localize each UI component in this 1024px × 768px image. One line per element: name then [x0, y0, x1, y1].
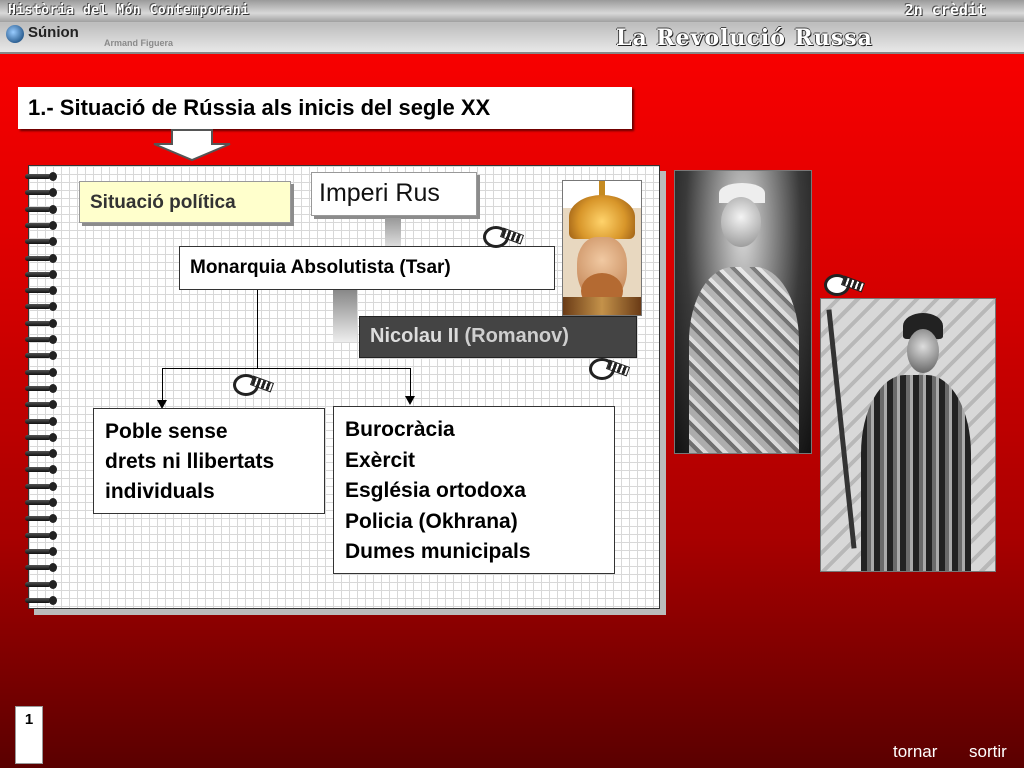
- notebook-ring: [25, 432, 59, 442]
- tree-line-vertical: [257, 290, 258, 368]
- notebook-ring: [25, 367, 59, 377]
- institution-item: Dumes municipals: [345, 540, 531, 564]
- nicolau-text: Nicolau II (Romanov): [370, 325, 569, 348]
- nicolau-box: Nicolau II (Romanov): [359, 316, 637, 358]
- poble-text: Poble sense drets ni llibertats individu…: [105, 420, 275, 503]
- institution-item: Burocràcia: [345, 418, 455, 441]
- monarquia-text: Monarquia Absolutista (Tsar): [190, 257, 451, 278]
- notebook-ring: [25, 514, 59, 524]
- connector-imperi: [385, 218, 401, 246]
- empress-portrait: [674, 170, 812, 454]
- film-reel-icon[interactable]: [589, 356, 631, 380]
- imperi-rus-text: Imperi Rus: [319, 179, 440, 207]
- institution-item: Església ortodoxa: [345, 479, 526, 503]
- notebook-ring: [25, 335, 59, 344]
- notebook-ring: [25, 237, 59, 247]
- notebook-ring: [25, 351, 59, 361]
- tsar-dynasty: (Romanov): [464, 325, 569, 347]
- header-bar: Història del Món Contemporani 2n crèdit …: [0, 0, 1024, 54]
- notebook-ring: [25, 449, 59, 459]
- notebook-ring: [25, 302, 59, 312]
- notebook-ring: [25, 220, 59, 230]
- page-number-text: 1: [24, 711, 34, 728]
- notebook-ring: [25, 400, 59, 410]
- notebook-ring: [25, 269, 59, 279]
- connector-nicolau: [333, 290, 357, 342]
- tsar-portrait: [562, 180, 642, 316]
- notebook-ring: [25, 595, 59, 605]
- notebook-ring: [25, 579, 59, 589]
- notebook-ring: [25, 546, 59, 556]
- notebook-ring: [25, 465, 59, 475]
- notebook-ring: [25, 416, 59, 426]
- institutions-box: Burocràcia Exèrcit Església ortodoxa Polici…: [333, 406, 615, 574]
- situacio-politica-label: Situació política: [79, 181, 291, 223]
- tree-line-left: [162, 368, 163, 402]
- notebook-ring: [25, 204, 59, 214]
- institutions-list: Burocràcia Exèrcit Església ortodoxa Polici…: [334, 407, 614, 576]
- notebook-ring: [25, 286, 59, 296]
- credit-label: 2n crèdit: [904, 1, 986, 19]
- situacio-politica-text: Situació política: [90, 192, 236, 213]
- slide-title-box: 1.- Situació de Rússia als inicis del se…: [18, 87, 632, 129]
- monarquia-box: Monarquia Absolutista (Tsar): [179, 246, 555, 290]
- globe-icon: [6, 25, 24, 43]
- tree-line-right: [410, 368, 411, 398]
- notebook-ring: [25, 383, 59, 393]
- tsar-name: Nicolau II: [370, 325, 459, 347]
- film-reel-icon[interactable]: [233, 372, 275, 396]
- slide-title: 1.- Situació de Rússia als inicis del se…: [28, 95, 491, 120]
- notebook-ring: [25, 481, 59, 491]
- logo-text: Súnion: [28, 24, 79, 41]
- film-reel-icon[interactable]: [483, 224, 525, 248]
- notebook-ring: [25, 530, 59, 540]
- institution-item: Policia (Okhrana): [345, 509, 518, 533]
- notebook-ring: [25, 188, 59, 198]
- imperi-rus-box: Imperi Rus: [311, 172, 477, 216]
- notebook-ring: [25, 318, 59, 328]
- author-name: Armand Figuera: [104, 38, 174, 48]
- notebook-ring: [25, 253, 59, 263]
- arrow-tip-right: [405, 396, 415, 405]
- tree-line-horizontal: [162, 368, 411, 369]
- course-title: Història del Món Contemporani: [8, 3, 250, 18]
- tornar-link[interactable]: tornar: [893, 742, 937, 762]
- poble-box: Poble sense drets ni llibertats individu…: [93, 408, 325, 514]
- page-number: 1: [15, 706, 43, 764]
- notebook-ring: [25, 172, 59, 181]
- sortir-link[interactable]: sortir: [969, 742, 1007, 762]
- sunion-logo: Súnion: [6, 24, 96, 48]
- notebook-ring: [25, 498, 59, 507]
- film-reel-icon[interactable]: [824, 272, 866, 296]
- down-arrow-icon: [153, 129, 231, 162]
- topic-title: La Revolució Russa: [616, 25, 873, 51]
- institution-item: Exèrcit: [345, 448, 416, 472]
- tsar-throne-portrait: [820, 298, 996, 572]
- notebook-ring: [25, 563, 59, 573]
